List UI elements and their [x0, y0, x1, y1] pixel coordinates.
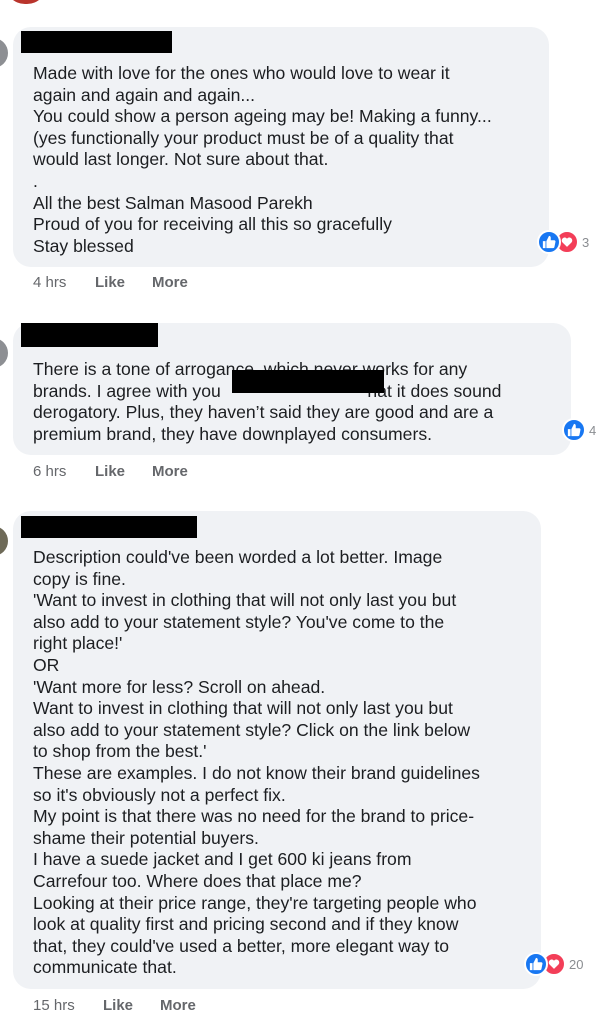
reaction-count: 20	[569, 956, 584, 972]
comment-bubble: Made with love for the ones who would lo…	[13, 27, 549, 267]
more-button[interactable]: More	[152, 463, 209, 480]
avatar[interactable]	[5, 0, 47, 4]
comment-timestamp[interactable]: 4 hrs	[33, 274, 95, 291]
comment-bubble: There is a tone of arrogance, which neve…	[13, 323, 571, 455]
comment-text: Made with love for the ones who would lo…	[33, 63, 492, 256]
comment-text: Description could've been worded a lot b…	[33, 547, 480, 978]
reaction-summary[interactable]: 4	[562, 416, 596, 444]
avatar[interactable]	[0, 338, 8, 368]
redacted-author-name	[21, 516, 197, 538]
redacted-author-name	[21, 323, 158, 347]
more-button[interactable]: More	[152, 274, 209, 291]
like-button[interactable]: Like	[95, 274, 152, 291]
reaction-count: 4	[589, 422, 597, 438]
like-icon	[562, 418, 586, 442]
more-button[interactable]: More	[160, 997, 217, 1014]
comment-actions: 15 hrs Like More	[33, 997, 217, 1014]
redacted-author-name	[21, 31, 172, 53]
comment-actions: 4 hrs Like More	[33, 274, 209, 291]
comment-actions: 6 hrs Like More	[33, 463, 209, 480]
reaction-count: 3	[582, 234, 590, 250]
redacted-tagged-name	[232, 370, 384, 393]
comment-timestamp[interactable]: 6 hrs	[33, 463, 95, 480]
comment-timestamp[interactable]: 15 hrs	[33, 997, 103, 1014]
reaction-summary[interactable]: 3	[537, 228, 589, 256]
like-button[interactable]: Like	[95, 463, 152, 480]
like-button[interactable]: Like	[103, 997, 160, 1014]
comment-bubble: Description could've been worded a lot b…	[13, 511, 541, 989]
avatar[interactable]	[0, 38, 8, 68]
avatar[interactable]	[0, 526, 8, 556]
like-icon	[524, 952, 548, 976]
reaction-summary[interactable]: 20	[524, 950, 583, 978]
like-icon	[537, 230, 561, 254]
